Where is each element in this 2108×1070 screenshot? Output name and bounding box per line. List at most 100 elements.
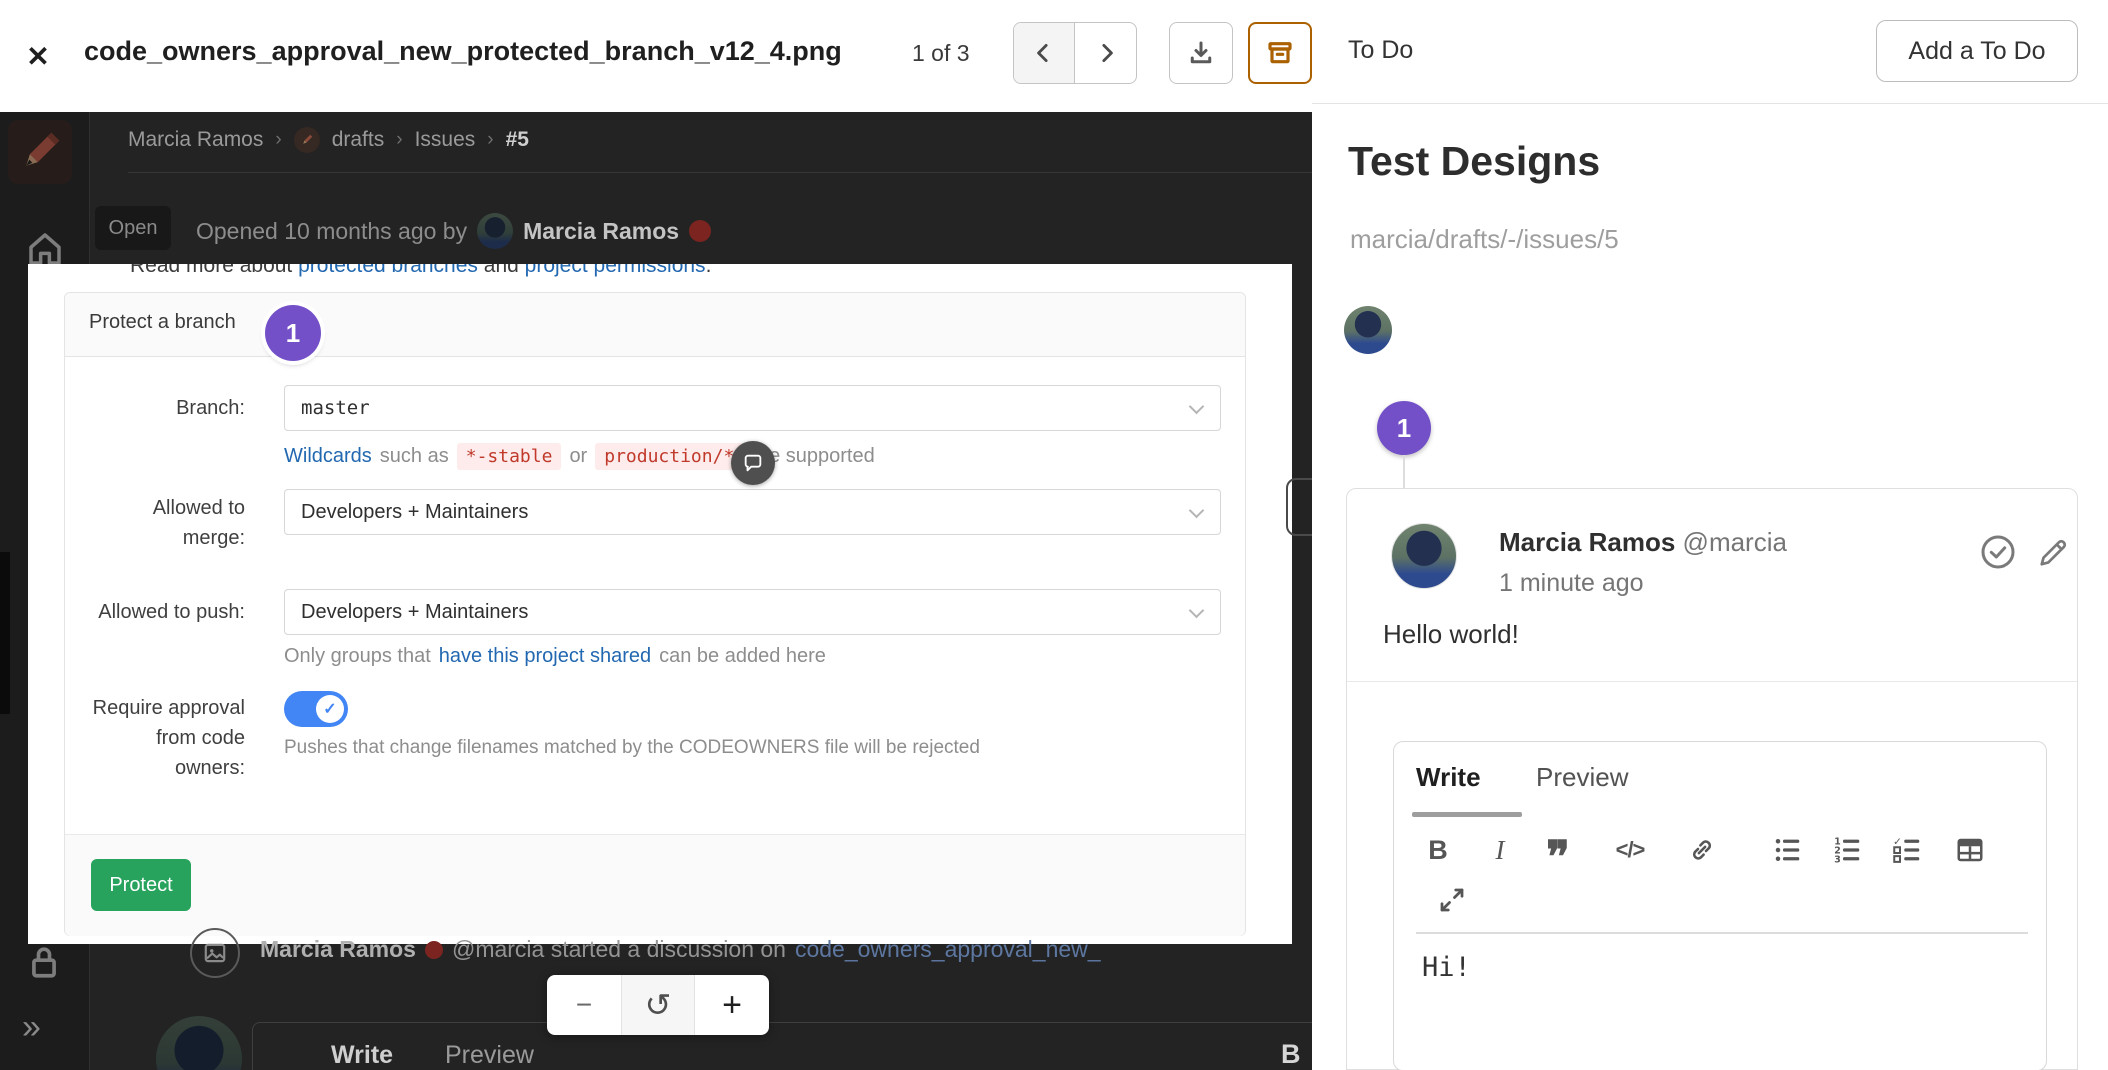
red-dot-emoji [425, 941, 443, 959]
pencil-icon [2035, 535, 2071, 571]
comment-divider [1347, 681, 2077, 682]
table-button[interactable] [1950, 830, 1990, 870]
bold-icon: B [1428, 835, 1448, 866]
toggle-check-icon: ✓ [316, 695, 344, 723]
dimmed-comment-form: Write Preview B [252, 1022, 1312, 1070]
table-icon [1955, 835, 1985, 865]
tab-write[interactable]: Write [1416, 762, 1481, 793]
dimmed-commenter-avatar [156, 1016, 242, 1070]
minus-icon: − [576, 989, 592, 1021]
previous-design-button[interactable] [1014, 23, 1075, 83]
discussion-pin-badge[interactable]: 1 [1377, 401, 1431, 455]
code-icon: </> [1616, 837, 1645, 863]
project-permissions-link: project permissions [525, 264, 706, 277]
design-canvas[interactable]: » Marcia Ramos › drafts › Issues › #5 Op… [0, 112, 1312, 1070]
pencil-avatar-icon [14, 126, 66, 178]
breadcrumb: Marcia Ramos › drafts › Issues › #5 [128, 124, 529, 156]
branch-select: master [284, 385, 1221, 431]
pin-connector-line [1403, 455, 1405, 489]
breadcrumb-issue-number: #5 [506, 128, 529, 152]
download-icon [1186, 38, 1216, 68]
breadcrumb-project: drafts [332, 128, 385, 152]
link-button[interactable] [1682, 830, 1722, 870]
discussion-text: @marcia started a discussion on [452, 936, 786, 963]
protect-branch-modal: Read more about protected branches and p… [28, 264, 1292, 944]
project-shared-link: have this project shared [439, 645, 651, 668]
download-design-button[interactable] [1169, 22, 1233, 84]
zoom-reset-button[interactable]: ↺ [621, 975, 695, 1035]
todo-panel-title: To Do [1348, 36, 1413, 65]
close-button[interactable]: ✕ [18, 36, 58, 76]
approval-help: Pushes that change filenames matched by … [284, 737, 980, 759]
dimmed-button-fragment [1286, 478, 1312, 536]
design-position: 1 of 3 [912, 40, 970, 67]
svg-text:3: 3 [1834, 855, 1841, 866]
italic-button[interactable]: I [1480, 830, 1520, 870]
zoom-in-button[interactable]: + [695, 975, 769, 1035]
allowed-push-select: Developers + Maintainers [284, 589, 1221, 635]
branch-value: master [301, 397, 370, 419]
bullet-list-button[interactable] [1768, 830, 1808, 870]
branch-label: Branch: [85, 393, 245, 423]
participant-avatar[interactable] [1344, 306, 1392, 354]
allowed-push-value: Developers + Maintainers [301, 601, 528, 624]
comment-author-username[interactable]: @marcia [1683, 527, 1787, 557]
breadcrumb-user: Marcia Ramos [128, 128, 263, 152]
collapse-sidebar-icon: » [22, 1008, 41, 1047]
comment-pin-icon[interactable] [731, 441, 775, 485]
card-header: Protect a branch [65, 293, 1245, 357]
reply-editor: Write Preview B I ❞ </> 123 ✓ [1393, 741, 2047, 1070]
protect-branch-card: Protect a branch 1 Branch: master Wildca… [64, 292, 1246, 936]
task-list-icon: ✓ [1893, 835, 1923, 865]
numbered-list-button[interactable]: 123 [1828, 830, 1868, 870]
breadcrumb-issues: Issues [415, 128, 476, 152]
resolve-thread-button[interactable] [1977, 531, 2019, 573]
italic-icon: I [1496, 835, 1505, 866]
protected-branches-link: protected branches [298, 264, 478, 277]
tab-preview[interactable]: Preview [1536, 762, 1628, 793]
fullscreen-editor-button[interactable] [1434, 882, 1470, 918]
next-design-button[interactable] [1075, 23, 1136, 83]
bold-button[interactable]: B [1418, 830, 1458, 870]
archive-design-button[interactable] [1248, 22, 1312, 84]
speech-bubble-icon [742, 452, 764, 474]
mini-pencil-icon [299, 132, 315, 148]
task-list-button[interactable]: ✓ [1888, 830, 1928, 870]
breadcrumb-separator: › [487, 129, 493, 151]
issue-title: Test Designs [1348, 138, 1600, 185]
bullet-list-icon [1773, 835, 1803, 865]
red-dot-emoji [689, 220, 711, 242]
design-filename: code_owners_approval_new_protected_branc… [84, 36, 842, 67]
link-icon [1687, 835, 1717, 865]
image-comment-icon [202, 940, 228, 966]
status-badge: Open [95, 206, 171, 250]
allowed-push-label: Allowed to push: [85, 597, 245, 627]
breadcrumb-separator: › [396, 129, 402, 151]
comment-author-name[interactable]: Marcia Ramos @marcia [1499, 527, 1787, 558]
issue-path[interactable]: marcia/drafts/-/issues/5 [1350, 224, 1619, 255]
active-nav-indicator [0, 552, 10, 714]
zoom-controls: − ↺ + [547, 975, 769, 1035]
comment-timestamp[interactable]: 1 minute ago [1499, 569, 1644, 598]
require-approval-label: Require approval from code owners: [85, 693, 245, 783]
archive-icon [1264, 37, 1296, 69]
comment-body: Hello world! [1383, 619, 1519, 650]
allowed-merge-select: Developers + Maintainers [284, 489, 1221, 535]
code-button[interactable]: </> [1610, 830, 1650, 870]
allowed-merge-value: Developers + Maintainers [301, 501, 528, 524]
card-footer: Protect [65, 834, 1245, 936]
code-owner-approval-toggle: ✓ [284, 691, 348, 727]
chevron-down-icon [1189, 399, 1205, 415]
zoom-out-button[interactable]: − [547, 975, 621, 1035]
edit-comment-button[interactable] [2033, 533, 2073, 573]
read-more-text: Read more about protected branches and p… [130, 264, 711, 278]
quote-button[interactable]: ❞ [1538, 830, 1578, 870]
reply-textarea[interactable]: Hi! [1422, 952, 1471, 983]
issue-meta-row: Opened 10 months ago by Marcia Ramos [196, 212, 711, 250]
add-todo-button[interactable]: Add a To Do [1876, 20, 2078, 82]
wildcards-link: Wildcards [284, 445, 372, 468]
design-pin-badge[interactable]: 1 [265, 305, 321, 361]
comment-author-avatar[interactable] [1391, 523, 1457, 589]
panel-header-divider [1312, 103, 2108, 104]
breadcrumb-separator: › [275, 129, 281, 151]
